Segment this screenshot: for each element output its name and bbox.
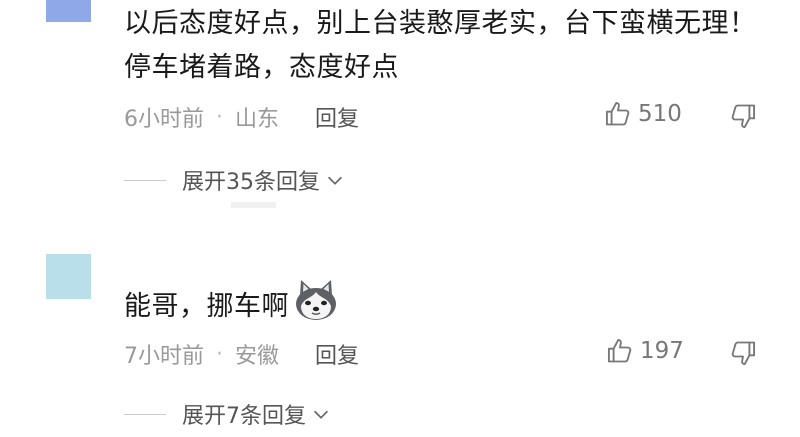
reply-button[interactable]: 回复 [315, 338, 359, 370]
separator-dot: · [216, 104, 223, 130]
husky-dog-emoji [293, 278, 339, 336]
reply-button[interactable]: 回复 [315, 101, 359, 133]
comment-text: 以后态度好点，别上台装憨厚老实，台下蛮横无理！停车堵着路，态度好点 [124, 8, 757, 83]
divider [231, 202, 276, 208]
chevron-down-icon [313, 410, 329, 419]
avatar[interactable] [46, 254, 91, 299]
like-button[interactable]: 197 [606, 337, 684, 365]
comment-meta: 7小时前 · 安徽 回复 [124, 338, 359, 370]
comment-meta: 6小时前 · 山东 回复 [124, 101, 359, 133]
like-button[interactable]: 510 [604, 100, 682, 128]
expand-replies-button[interactable]: 展开35条回复 [124, 164, 346, 196]
comment-location: 安徽 [235, 344, 280, 369]
dislike-button[interactable] [729, 102, 757, 134]
thumbs-up-icon [605, 101, 630, 126]
comment-time: 7小时前 [124, 344, 204, 369]
thumbs-up-icon [607, 338, 632, 363]
chevron-down-icon [327, 176, 343, 185]
divider-line [124, 413, 166, 415]
comment-section: 以后态度好点，别上台装憨厚老实，台下蛮横无理！停车堵着路，态度好点 6小时前 ·… [0, 0, 800, 437]
like-count: 197 [640, 338, 684, 364]
expand-replies-button[interactable]: 展开7条回复 [124, 398, 332, 430]
dislike-button[interactable] [729, 339, 757, 371]
separator-dot: · [216, 341, 223, 367]
expand-replies-label: 展开7条回复 [182, 404, 306, 429]
comment-location: 山东 [235, 107, 280, 132]
expand-replies-label: 展开35条回复 [182, 170, 320, 195]
comment-time: 6小时前 [124, 107, 204, 132]
thumbs-down-icon [731, 104, 756, 129]
divider-line [124, 179, 166, 181]
comment-text-content: 能哥，挪车啊 [124, 291, 289, 322]
thumbs-down-icon [731, 341, 756, 366]
avatar[interactable] [46, 0, 91, 22]
comment-text: 能哥，挪车啊 [124, 278, 774, 336]
like-count: 510 [638, 101, 682, 127]
